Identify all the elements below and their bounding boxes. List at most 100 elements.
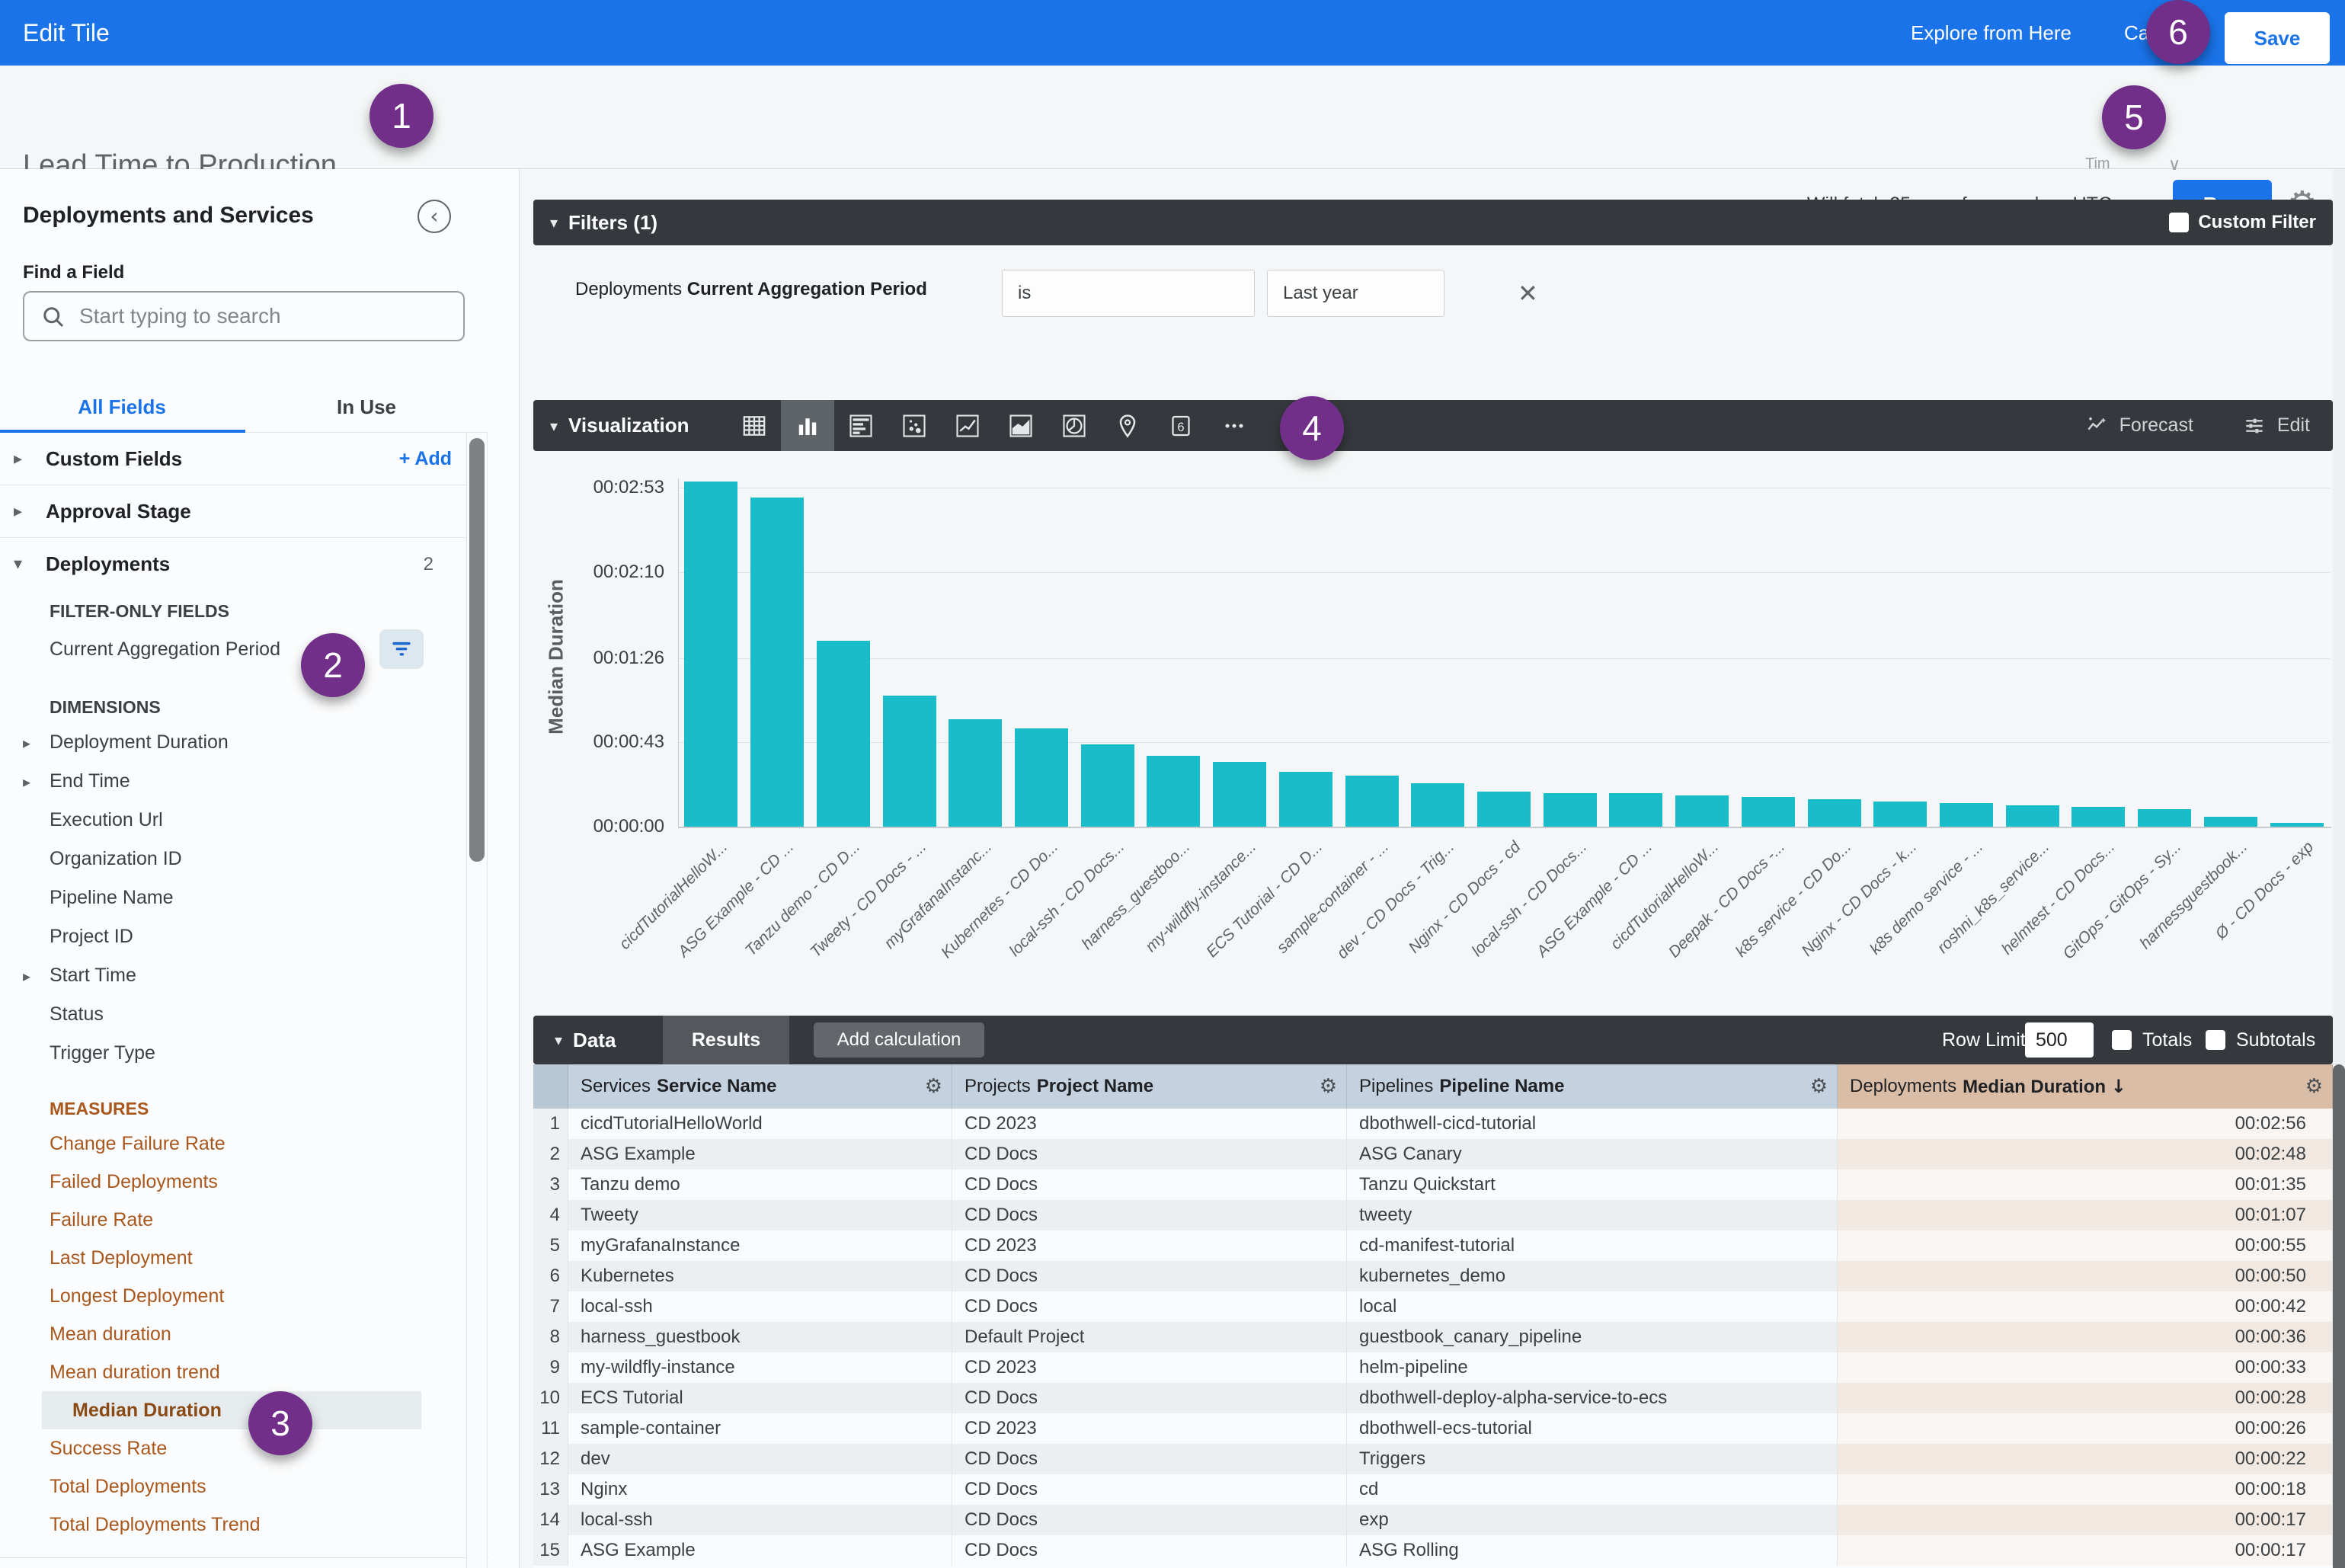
cell-median-duration[interactable]: 00:00:42 — [1838, 1291, 2333, 1322]
column-header-pipeline-name[interactable]: Pipelines Pipeline Name⚙ — [1347, 1064, 1838, 1109]
chart-bar[interactable] — [2071, 807, 2125, 827]
tab-in-use[interactable]: In Use — [245, 384, 488, 430]
cell-median-duration[interactable]: 00:01:35 — [1838, 1170, 2333, 1200]
table-row[interactable]: 11sample-containerCD 2023dbothwell-ecs-t… — [533, 1413, 2333, 1444]
add-custom-field-button[interactable]: + Add — [399, 448, 452, 470]
column-chart-icon[interactable] — [781, 400, 834, 451]
bar-chart-icon[interactable] — [834, 400, 888, 451]
more-icon[interactable] — [1208, 400, 1261, 451]
table-row[interactable]: 10ECS TutorialCD Docsdbothwell-deploy-al… — [533, 1383, 2333, 1413]
chart-bar[interactable] — [1213, 762, 1266, 827]
table-row[interactable]: 2ASG ExampleCD DocsASG Canary00:02:48 — [533, 1139, 2333, 1170]
sidebar-group-approval-stage[interactable]: ▸ Approval Stage — [0, 485, 488, 538]
table-cell[interactable]: ECS Tutorial — [568, 1383, 952, 1413]
row-limit-input[interactable] — [2025, 1022, 2094, 1058]
remove-filter-icon[interactable]: ✕ — [1518, 279, 1538, 308]
cell-median-duration[interactable]: 00:01:07 — [1838, 1200, 2333, 1230]
table-cell[interactable]: Default Project — [952, 1322, 1347, 1352]
chart-bar[interactable] — [949, 719, 1002, 827]
chart-bar[interactable] — [1147, 756, 1200, 827]
filter-by-field-button[interactable] — [379, 629, 424, 669]
field-current-aggregation-period[interactable]: Current Aggregation Period — [0, 627, 488, 671]
table-row[interactable]: 1cicdTutorialHelloWorldCD 2023dbothwell-… — [533, 1109, 2333, 1139]
table-row[interactable]: 6KubernetesCD Docskubernetes_demo00:00:5… — [533, 1261, 2333, 1291]
table-cell[interactable]: Nginx — [568, 1474, 952, 1505]
measure-failure-rate[interactable]: Failure Rate — [0, 1201, 488, 1239]
table-cell[interactable]: tweety — [1347, 1200, 1838, 1230]
table-cell[interactable]: local — [1347, 1291, 1838, 1322]
table-cell[interactable]: ASG Rolling — [1347, 1535, 1838, 1566]
table-row[interactable]: 7local-sshCD Docslocal00:00:42 — [533, 1291, 2333, 1322]
subtotals-checkbox[interactable] — [2206, 1030, 2225, 1050]
chart-bar[interactable] — [883, 696, 936, 827]
measure-total-deployments[interactable]: Total Deployments — [0, 1467, 488, 1506]
area-chart-icon[interactable] — [994, 400, 1048, 451]
measure-mean-duration-trend[interactable]: Mean duration trend — [0, 1353, 488, 1391]
line-chart-icon[interactable] — [941, 400, 994, 451]
sidebar-scrollbar-thumb[interactable] — [469, 438, 485, 862]
dimension-project-id[interactable]: Project ID — [0, 917, 488, 956]
collapse-sidebar-icon[interactable]: ‹ — [417, 200, 451, 233]
table-cell[interactable]: CD 2023 — [952, 1352, 1347, 1383]
table-cell[interactable]: dbothwell-ecs-tutorial — [1347, 1413, 1838, 1444]
table-cell[interactable]: harness_guestbook — [568, 1322, 952, 1352]
table-cell[interactable]: Tanzu demo — [568, 1170, 952, 1200]
chart-bar[interactable] — [1477, 792, 1531, 827]
measure-failed-deployments[interactable]: Failed Deployments — [0, 1163, 488, 1201]
table-row[interactable]: 8harness_guestbookDefault Projectguestbo… — [533, 1322, 2333, 1352]
table-cell[interactable]: myGrafanaInstance — [568, 1230, 952, 1261]
table-cell[interactable]: guestbook_canary_pipeline — [1347, 1322, 1838, 1352]
cell-median-duration[interactable]: 00:00:50 — [1838, 1261, 2333, 1291]
chart-bar[interactable] — [817, 641, 870, 827]
cell-median-duration[interactable]: 00:00:18 — [1838, 1474, 2333, 1505]
results-tab[interactable]: Results — [663, 1016, 789, 1064]
edit-viz-button[interactable]: Edit — [2242, 414, 2310, 438]
table-row[interactable]: 15ASG ExampleCD DocsASG Rolling00:00:17 — [533, 1535, 2333, 1566]
table-cell[interactable]: cd-manifest-tutorial — [1347, 1230, 1838, 1261]
table-cell[interactable]: ASG Example — [568, 1535, 952, 1566]
chart-bar[interactable] — [2204, 817, 2257, 827]
measure-total-deployments-trend[interactable]: Total Deployments Trend — [0, 1506, 488, 1544]
chart-bar[interactable] — [684, 482, 737, 827]
measure-success-rate[interactable]: Success Rate — [0, 1429, 488, 1467]
cell-median-duration[interactable]: 00:00:28 — [1838, 1383, 2333, 1413]
table-row[interactable]: 14local-sshCD Docsexp00:00:17 — [533, 1505, 2333, 1535]
table-cell[interactable]: Triggers — [1347, 1444, 1838, 1474]
table-cell[interactable]: CD Docs — [952, 1139, 1347, 1170]
table-cell[interactable]: CD Docs — [952, 1261, 1347, 1291]
explore-from-here-button[interactable]: Explore from Here — [1911, 0, 2071, 66]
custom-filter-checkbox[interactable] — [2169, 213, 2189, 232]
measure-longest-deployment[interactable]: Longest Deployment — [0, 1277, 488, 1315]
table-cell[interactable]: local-ssh — [568, 1505, 952, 1535]
cell-median-duration[interactable]: 00:00:55 — [1838, 1230, 2333, 1261]
table-cell[interactable]: local-ssh — [568, 1291, 952, 1322]
chart-bar[interactable] — [1940, 803, 1993, 827]
dimension-execution-url[interactable]: Execution Url — [0, 801, 488, 840]
table-cell[interactable]: CD Docs — [952, 1383, 1347, 1413]
measure-median-duration[interactable]: Median Duration — [42, 1391, 421, 1429]
table-cell[interactable]: sample-container — [568, 1413, 952, 1444]
dimension-start-time[interactable]: ▸Start Time — [0, 956, 488, 995]
table-cell[interactable]: CD Docs — [952, 1291, 1347, 1322]
table-row[interactable]: 4TweetyCD Docstweety00:01:07 — [533, 1200, 2333, 1230]
chart-bar[interactable] — [750, 498, 804, 827]
cell-median-duration[interactable]: 00:00:26 — [1838, 1413, 2333, 1444]
table-cell[interactable]: dbothwell-cicd-tutorial — [1347, 1109, 1838, 1139]
chart-bar[interactable] — [1411, 783, 1464, 827]
chart-bar[interactable] — [1345, 776, 1399, 827]
table-cell[interactable]: CD Docs — [952, 1474, 1347, 1505]
table-cell[interactable]: CD 2023 — [952, 1230, 1347, 1261]
table-cell[interactable]: ASG Canary — [1347, 1139, 1838, 1170]
filter-value-input[interactable]: Last year — [1267, 270, 1444, 317]
table-cell[interactable]: helm-pipeline — [1347, 1352, 1838, 1383]
table-cell[interactable]: CD Docs — [952, 1170, 1347, 1200]
cell-median-duration[interactable]: 00:00:33 — [1838, 1352, 2333, 1383]
table-icon[interactable] — [728, 400, 781, 451]
table-row[interactable]: 3Tanzu demoCD DocsTanzu Quickstart00:01:… — [533, 1170, 2333, 1200]
chart-bar[interactable] — [1609, 793, 1662, 827]
chart-bar[interactable] — [1873, 802, 1927, 827]
chart-bar[interactable] — [2006, 805, 2059, 827]
cell-median-duration[interactable]: 00:00:17 — [1838, 1505, 2333, 1535]
map-icon[interactable] — [1101, 400, 1154, 451]
search-input[interactable] — [79, 294, 453, 338]
